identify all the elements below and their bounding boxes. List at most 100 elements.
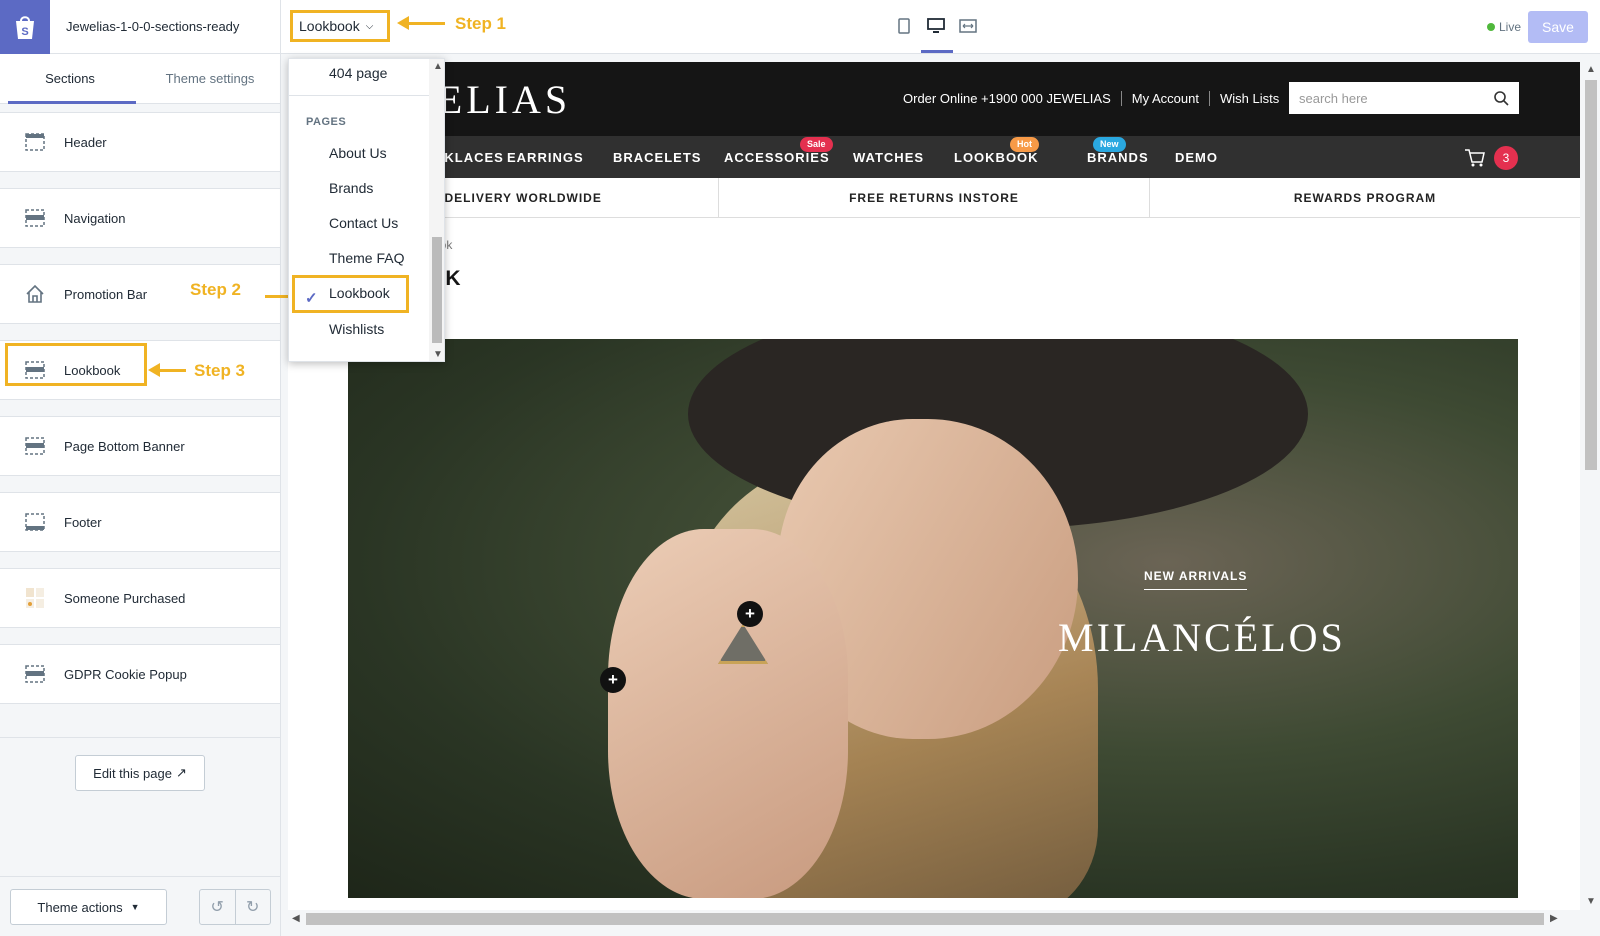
promotion-bar: FREE DELIVERY WORLDWIDE FREE RETURNS INS… bbox=[288, 178, 1580, 218]
page-selector[interactable]: Lookbook ⌵ bbox=[290, 10, 390, 42]
promo-free-returns: FREE RETURNS INSTORE bbox=[719, 178, 1150, 217]
device-toggle bbox=[895, 16, 977, 36]
step3-label: Step 3 bbox=[194, 361, 246, 380]
divider bbox=[0, 876, 280, 877]
svg-text:S: S bbox=[21, 26, 28, 38]
hotspot-plus-icon[interactable]: + bbox=[600, 667, 626, 693]
hero-title: MILANCÉLOS bbox=[1058, 615, 1346, 660]
dropdown-item-brands[interactable]: Brands bbox=[329, 180, 373, 196]
chevron-down-icon: ⌵ bbox=[365, 20, 374, 32]
nav-brands[interactable]: BRANDS New bbox=[1087, 137, 1149, 165]
scroll-down-icon[interactable]: ▼ bbox=[1586, 896, 1596, 907]
undo-icon[interactable]: ↺ bbox=[200, 890, 236, 924]
nav-demo[interactable]: DEMO bbox=[1175, 150, 1218, 165]
hero-subtitle: NEW ARRIVALS bbox=[1144, 569, 1248, 590]
external-link-icon: ↗ bbox=[175, 765, 187, 780]
section-layout-icon bbox=[24, 132, 46, 152]
page-dropdown-menu: 404 page PAGES About Us Brands Contact U… bbox=[288, 58, 445, 362]
dropdown-scrollbar[interactable]: ▲ ▼ bbox=[429, 59, 444, 361]
step1-arrow bbox=[397, 16, 445, 30]
wish-lists-link[interactable]: Wish Lists bbox=[1210, 91, 1289, 106]
hotspot-plus-icon[interactable]: + bbox=[737, 601, 763, 627]
desktop-view-icon[interactable] bbox=[927, 16, 945, 36]
preview-vertical-scrollbar[interactable]: ▲ ▼ bbox=[1582, 62, 1600, 910]
section-page-bottom-banner[interactable]: Page Bottom Banner bbox=[0, 416, 280, 476]
dropdown-item-lookbook[interactable]: Lookbook bbox=[329, 285, 390, 301]
checkmark-icon: ✓ bbox=[305, 290, 318, 307]
section-layout-icon bbox=[24, 436, 46, 456]
store-search-input[interactable]: search here bbox=[1289, 82, 1519, 114]
search-icon[interactable] bbox=[1493, 90, 1509, 109]
store-top-links: Order Online +1900 000 JEWELIAS My Accou… bbox=[903, 91, 1289, 106]
promo-rewards: REWARDS PROGRAM bbox=[1293, 190, 1437, 205]
section-label: Navigation bbox=[64, 210, 126, 226]
product-thumbnail-icon bbox=[24, 588, 46, 608]
nav-label: LOOKBOOK bbox=[954, 150, 1039, 165]
dropdown-group-label: PAGES bbox=[306, 116, 347, 128]
lookbook-hero-image: + + NEW ARRIVALS MILANCÉLOS bbox=[348, 339, 1518, 898]
section-layout-icon bbox=[24, 512, 46, 532]
section-someone-purchased[interactable]: Someone Purchased bbox=[0, 568, 280, 628]
search-placeholder: search here bbox=[1299, 90, 1368, 106]
dropdown-item-404[interactable]: 404 page bbox=[329, 65, 387, 81]
save-button[interactable]: Save bbox=[1528, 11, 1588, 43]
section-gdpr-cookie-popup[interactable]: GDPR Cookie Popup bbox=[0, 644, 280, 704]
dropdown-item-theme-faq[interactable]: Theme FAQ bbox=[329, 250, 404, 266]
tab-theme-settings[interactable]: Theme settings bbox=[140, 54, 280, 103]
section-label: GDPR Cookie Popup bbox=[64, 666, 187, 682]
undo-redo-group: ↺ ↻ bbox=[199, 889, 271, 925]
page-selector-label: Lookbook bbox=[299, 18, 360, 34]
tab-sections[interactable]: Sections bbox=[0, 54, 140, 103]
shopify-logo[interactable]: S bbox=[0, 0, 50, 54]
scroll-down-icon[interactable]: ▼ bbox=[433, 349, 443, 360]
redo-icon[interactable]: ↻ bbox=[236, 890, 271, 924]
hero-hand-shape bbox=[608, 529, 848, 898]
scroll-right-icon[interactable]: ▶ bbox=[1550, 913, 1558, 924]
nav-label: ACCESSORIES bbox=[724, 150, 830, 165]
scrollbar-thumb[interactable] bbox=[432, 237, 442, 343]
dropdown-item-contact-us[interactable]: Contact Us bbox=[329, 215, 398, 231]
edit-page-label: Edit this page bbox=[93, 765, 172, 781]
step3-arrow bbox=[148, 363, 186, 377]
section-navigation[interactable]: Navigation bbox=[0, 188, 280, 248]
step3-highlight bbox=[5, 343, 147, 386]
fullscreen-view-icon[interactable] bbox=[959, 16, 977, 36]
active-device-indicator bbox=[921, 50, 953, 53]
step1-label: Step 1 bbox=[455, 14, 507, 33]
scroll-left-icon[interactable]: ◀ bbox=[292, 913, 300, 924]
section-label: Header bbox=[64, 134, 107, 150]
my-account-link[interactable]: My Account bbox=[1122, 91, 1210, 106]
nav-lookbook[interactable]: LOOKBOOK Hot bbox=[954, 137, 1039, 165]
nav-label: BRANDS bbox=[1087, 150, 1149, 165]
divider bbox=[289, 95, 429, 96]
sidebar-tabs: Sections Theme settings bbox=[0, 54, 280, 104]
step2-label: Step 2 bbox=[190, 280, 242, 299]
home-icon bbox=[24, 284, 46, 304]
theme-actions-button[interactable]: Theme actions ▼ bbox=[10, 889, 167, 925]
section-header[interactable]: Header bbox=[0, 112, 280, 172]
live-dot-icon bbox=[1487, 23, 1495, 31]
nav-watches[interactable]: WATCHES bbox=[853, 150, 924, 165]
edit-page-button[interactable]: Edit this page ↗ bbox=[75, 755, 205, 791]
shopify-bag-icon: S bbox=[16, 16, 34, 39]
scroll-up-icon[interactable]: ▲ bbox=[433, 61, 443, 72]
section-footer[interactable]: Footer bbox=[0, 492, 280, 552]
dropdown-item-wishlists[interactable]: Wishlists bbox=[329, 321, 384, 337]
order-online-link[interactable]: Order Online +1900 000 JEWELIAS bbox=[903, 91, 1122, 106]
store-header: JEWELIAS Order Online +1900 000 JEWELIAS… bbox=[288, 62, 1580, 136]
nav-earrings[interactable]: EARRINGS bbox=[507, 150, 584, 165]
active-tab-indicator bbox=[8, 101, 136, 104]
dropdown-item-about-us[interactable]: About Us bbox=[329, 145, 387, 161]
sidebar: Sections Theme settings Header Navigatio… bbox=[0, 54, 281, 936]
live-label: Live bbox=[1499, 20, 1522, 34]
scrollbar-thumb[interactable] bbox=[306, 913, 1544, 925]
mobile-view-icon[interactable] bbox=[895, 16, 913, 36]
new-badge: New bbox=[1093, 137, 1126, 152]
nav-accessories[interactable]: ACCESSORIES Sale bbox=[724, 137, 833, 165]
divider bbox=[0, 737, 280, 738]
scrollbar-thumb[interactable] bbox=[1585, 80, 1597, 470]
preview-horizontal-scrollbar[interactable]: ◀ ▶ bbox=[288, 910, 1600, 928]
cart-icon[interactable] bbox=[1464, 148, 1486, 173]
scroll-up-icon[interactable]: ▲ bbox=[1586, 64, 1596, 75]
nav-bracelets[interactable]: BRACELETS bbox=[613, 150, 701, 165]
